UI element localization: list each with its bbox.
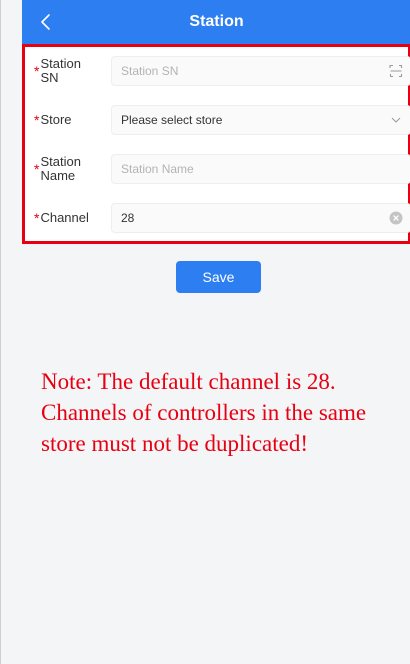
station-sn-label-line2: SN: [40, 70, 59, 85]
station-form: * Station SN * Store: [22, 44, 410, 244]
station-sn-field: [111, 56, 410, 86]
station-name-label-line2: Name: [40, 168, 76, 183]
required-mark: *: [34, 63, 40, 79]
save-button[interactable]: Save: [176, 261, 261, 293]
chevron-left-icon: [41, 14, 50, 30]
station-sn-input[interactable]: [121, 64, 371, 78]
chevron-down-icon: [388, 112, 404, 128]
channel-input[interactable]: [121, 211, 371, 225]
store-select[interactable]: Please select store: [111, 105, 410, 135]
required-mark: *: [34, 210, 40, 226]
station-name-field: [111, 154, 410, 184]
clear-icon[interactable]: [388, 210, 404, 226]
station-sn-label-line1: Station: [40, 56, 81, 71]
station-name-label-line1: Station: [40, 154, 81, 169]
station-sn-label: * Station SN: [34, 51, 109, 91]
station-name-input[interactable]: [121, 162, 371, 176]
page-title: Station: [189, 13, 244, 30]
back-button[interactable]: [33, 9, 59, 35]
store-label: * Store: [34, 100, 109, 140]
required-mark: *: [34, 112, 40, 128]
scan-icon[interactable]: [388, 63, 404, 79]
annotation-note: Note: The default channel is 28. Channel…: [41, 369, 367, 456]
store-label-text: Store: [40, 112, 72, 127]
channel-label-text: Channel: [40, 210, 89, 225]
station-sn-row: * Station SN: [25, 51, 410, 91]
station-name-label: * Station Name: [34, 149, 109, 189]
station-name-row: * Station Name: [25, 149, 410, 189]
channel-row: * Channel: [25, 198, 410, 238]
channel-label: * Channel: [34, 198, 109, 238]
navbar: Station: [22, 0, 410, 44]
required-mark: *: [34, 161, 40, 177]
app-frame: Station * Station SN Station SN * Store …: [0, 0, 410, 664]
store-select-value: Please select store: [121, 113, 223, 127]
store-row: * Store Please select store: [25, 100, 410, 140]
channel-field: [111, 203, 410, 233]
